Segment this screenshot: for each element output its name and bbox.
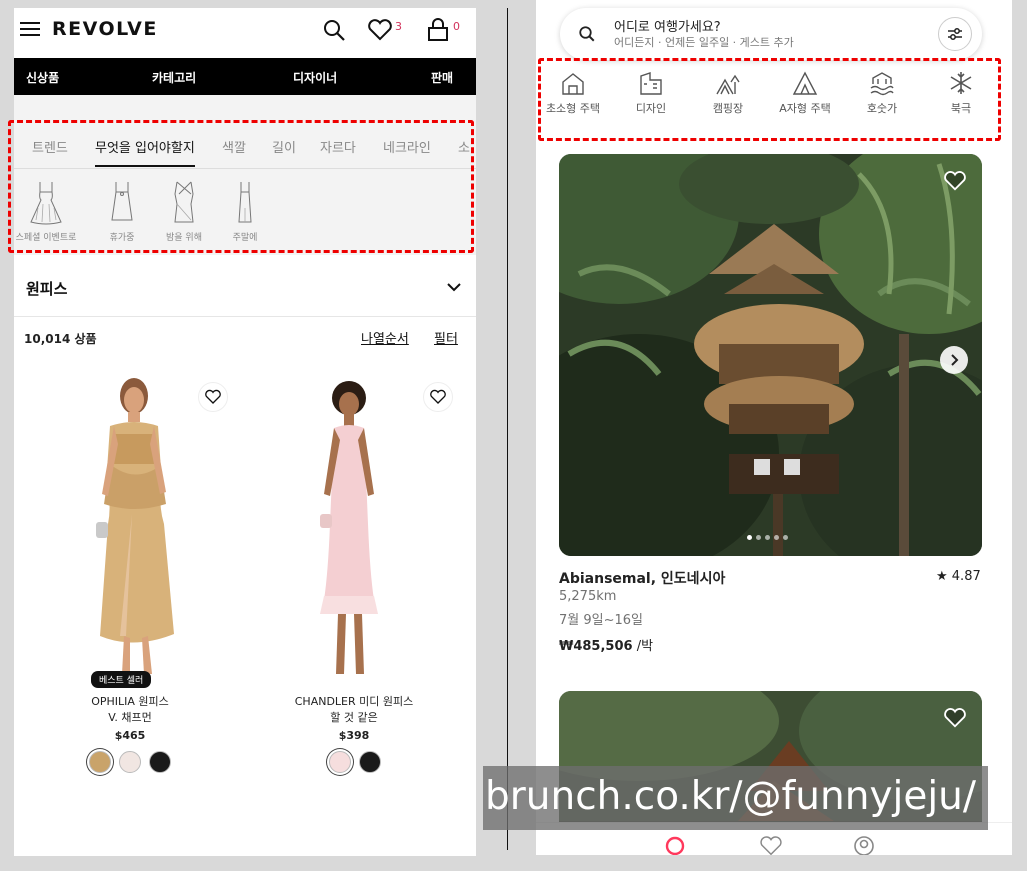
color-swatch[interactable] bbox=[149, 751, 171, 773]
nav-category[interactable]: 카테고리 bbox=[152, 69, 196, 86]
wishlist-count: 3 bbox=[395, 20, 402, 33]
color-swatch[interactable] bbox=[89, 751, 111, 773]
search-icon[interactable] bbox=[322, 18, 346, 42]
heart-icon bbox=[430, 389, 446, 404]
heart-icon[interactable] bbox=[943, 170, 967, 192]
filter-link[interactable]: 필터 bbox=[434, 328, 458, 347]
listing-distance: 5,275km bbox=[559, 589, 617, 604]
highlight-box bbox=[538, 58, 1001, 141]
color-swatch[interactable] bbox=[329, 751, 351, 773]
product-designer[interactable]: 할 것 같은 bbox=[254, 710, 454, 726]
listing-dates: 7월 9일~16일 bbox=[559, 613, 643, 628]
wishlist-toggle[interactable] bbox=[198, 382, 228, 412]
top-bar: REVOLVE 3 0 bbox=[14, 8, 476, 58]
listing-location[interactable]: Abiansemal, 인도네시아 bbox=[559, 568, 725, 588]
listing-photo[interactable] bbox=[559, 154, 982, 556]
sliders-icon bbox=[948, 28, 962, 40]
search-icon bbox=[579, 26, 595, 42]
product-price: $398 bbox=[338, 729, 370, 742]
product-designer[interactable]: V. 채프먼 bbox=[30, 710, 230, 726]
product-image[interactable] bbox=[304, 374, 394, 684]
divider-line bbox=[507, 8, 508, 850]
wishlist-icon[interactable] bbox=[367, 18, 393, 42]
price-amount: ₩485,506 bbox=[559, 639, 633, 654]
heart-icon bbox=[205, 389, 221, 404]
watermark: brunch.co.kr/@funnyjeju/ bbox=[483, 766, 988, 830]
comparison-screenshot: REVOLVE 3 0 신상품 카테고리 디자이너 판매 트렌드 무엇을 입어야… bbox=[0, 0, 1027, 871]
search-title: 어디로 여행가세요? bbox=[614, 20, 721, 35]
nav-new[interactable]: 신상품 bbox=[26, 69, 59, 86]
wishlist-toggle[interactable] bbox=[423, 382, 453, 412]
explore-icon[interactable] bbox=[664, 835, 686, 855]
treehouse-image bbox=[559, 154, 982, 556]
section-title: 원피스 bbox=[26, 280, 68, 298]
next-photo-button[interactable] bbox=[940, 346, 968, 374]
search-subtitle: 어디든지 · 언제든 일주일 · 게스트 추가 bbox=[614, 36, 794, 49]
profile-icon[interactable] bbox=[853, 835, 875, 855]
heart-icon[interactable] bbox=[943, 707, 967, 729]
product-image[interactable] bbox=[74, 374, 194, 684]
category-nav: 신상품 카테고리 디자이너 판매 bbox=[14, 58, 476, 95]
filter-button[interactable] bbox=[938, 17, 972, 51]
product-brand[interactable]: OPHILIA 원피스 bbox=[30, 694, 230, 710]
listing-rating: ★ 4.87 bbox=[936, 569, 981, 584]
nav-sale[interactable]: 판매 bbox=[431, 69, 453, 86]
product-brand[interactable]: CHANDLER 미디 원피스 bbox=[254, 694, 454, 710]
cart-count: 0 bbox=[453, 20, 460, 33]
chevron-right-icon bbox=[951, 354, 959, 366]
wishlist-icon[interactable] bbox=[759, 835, 783, 855]
photo-pagination bbox=[745, 525, 790, 544]
chevron-down-icon[interactable] bbox=[446, 282, 462, 292]
price-unit: /박 bbox=[632, 639, 654, 654]
sort-link[interactable]: 나열순서 bbox=[361, 328, 409, 347]
color-swatch[interactable] bbox=[119, 751, 141, 773]
nav-designer[interactable]: 디자이너 bbox=[293, 69, 337, 86]
search-bar[interactable]: 어디로 여행가세요? 어디든지 · 언제든 일주일 · 게스트 추가 bbox=[560, 8, 982, 60]
highlight-box bbox=[8, 120, 474, 253]
bestseller-badge: 베스트 셀러 bbox=[91, 671, 152, 688]
divider bbox=[14, 316, 476, 317]
color-swatch[interactable] bbox=[359, 751, 381, 773]
bag-icon[interactable] bbox=[426, 18, 450, 42]
product-price: $465 bbox=[114, 729, 146, 742]
brand-logo[interactable]: REVOLVE bbox=[52, 18, 158, 40]
menu-icon[interactable] bbox=[20, 22, 40, 36]
product-count: 10,014 상품 bbox=[24, 332, 97, 346]
listing-price: ₩485,506 /박 bbox=[559, 635, 653, 654]
